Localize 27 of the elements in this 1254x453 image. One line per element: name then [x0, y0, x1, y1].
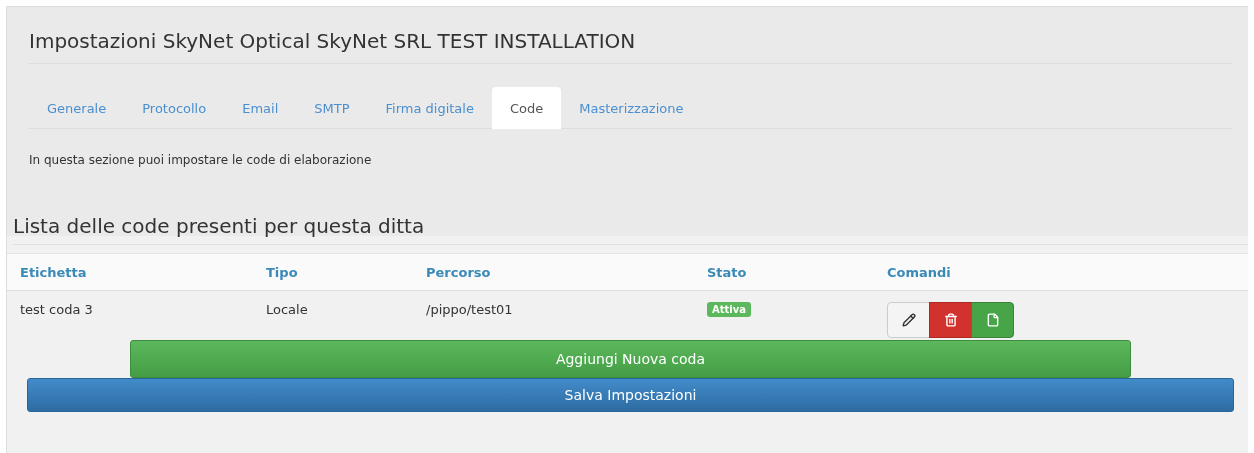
tab[interactable]: Email — [224, 87, 297, 129]
file-button[interactable] — [971, 302, 1014, 338]
column-header: Stato — [707, 264, 748, 280]
tab[interactable]: Generale — [29, 87, 125, 129]
file-icon — [985, 313, 1000, 327]
tab[interactable]: SMTP — [296, 87, 368, 129]
table-cell-text: test coda 3 — [20, 302, 94, 317]
column-header: Etichetta — [20, 264, 88, 280]
table-cell-text: /pippo/test01 — [426, 302, 514, 317]
column-header: Percorso — [426, 264, 492, 280]
pencil-icon — [901, 313, 916, 327]
tab[interactable]: Firma digitale — [367, 87, 492, 129]
tab[interactable]: Code — [491, 87, 562, 129]
page-title: Impostazioni SkyNet Optical SkyNet SRL TEST INSTALLATION — [29, 29, 1232, 64]
column-header: Tipo — [266, 264, 299, 280]
table-cell-text: Locale — [266, 302, 309, 317]
delete-button[interactable] — [929, 302, 972, 338]
section-description: In questa sezione puoi impostare le code di elaborazione — [29, 153, 373, 167]
column-header: Comandi — [887, 264, 952, 280]
tab[interactable]: Protocollo — [124, 87, 225, 129]
add-queue-button[interactable]: Aggiungi Nuova coda — [130, 340, 1131, 378]
save-settings-button[interactable]: Salva Impostazioni — [27, 378, 1234, 412]
list-heading: Lista delle code presenti per questa ditta — [13, 214, 1248, 245]
status-badge: Attiva — [707, 302, 751, 317]
edit-button[interactable] — [887, 302, 930, 338]
tab[interactable]: Masterizzazione — [561, 87, 702, 129]
trash-icon — [943, 313, 958, 327]
